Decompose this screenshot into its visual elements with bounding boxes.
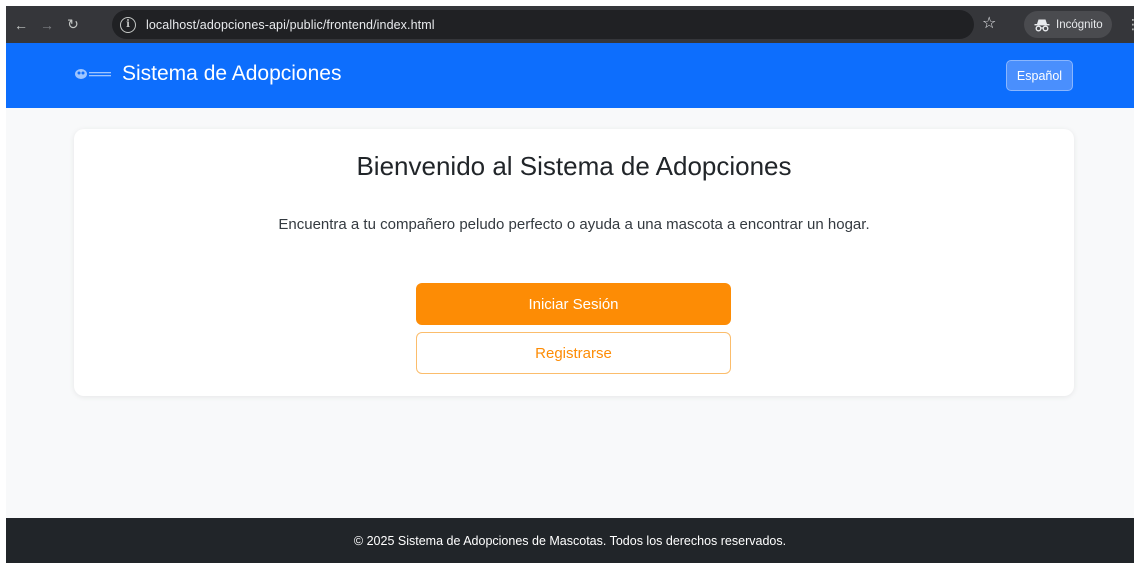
incognito-icon	[1034, 19, 1050, 31]
register-button[interactable]: Registrarse	[416, 332, 731, 374]
welcome-text: Encuentra a tu compañero peludo perfecto…	[278, 216, 870, 233]
kebab-menu-icon[interactable]: ⋮	[1126, 16, 1134, 32]
language-button[interactable]: Español	[1006, 60, 1073, 91]
page: ← → ↻ i localhost/adopciones-api/public/…	[0, 0, 1134, 563]
brand[interactable]: Sistema de Adopciones	[74, 62, 341, 86]
main-content: Bienvenido al Sistema de Adopciones Encu…	[6, 108, 1134, 518]
address-bar[interactable]: i localhost/adopciones-api/public/fronte…	[112, 10, 974, 39]
login-button[interactable]: Iniciar Sesión	[416, 283, 731, 325]
footer-copyright: © 2025 Sistema de Adopciones de Mascotas…	[353, 533, 787, 548]
back-arrow-icon[interactable]: ←	[10, 14, 32, 36]
app-navbar: Sistema de Adopciones Español	[6, 43, 1134, 108]
forward-arrow-icon[interactable]: →	[36, 14, 58, 36]
incognito-badge[interactable]: Incógnito	[1024, 11, 1112, 38]
browser-toolbar: ← → ↻ i localhost/adopciones-api/public/…	[6, 6, 1134, 43]
paw-logo-icon	[75, 69, 111, 79]
info-icon[interactable]: i	[120, 16, 136, 33]
bookmark-star-icon[interactable]: ☆	[982, 15, 996, 33]
footer: © 2025 Sistema de Adopciones de Mascotas…	[6, 518, 1134, 563]
brand-title: Sistema de Adopciones	[122, 62, 342, 85]
reload-icon[interactable]: ↻	[62, 14, 84, 36]
url-text: localhost/adopciones-api/public/frontend…	[146, 17, 435, 32]
welcome-card: Bienvenido al Sistema de Adopciones Encu…	[74, 129, 1074, 396]
welcome-title: Bienvenido al Sistema de Adopciones	[356, 151, 792, 181]
incognito-label: Incógnito	[1056, 18, 1103, 31]
